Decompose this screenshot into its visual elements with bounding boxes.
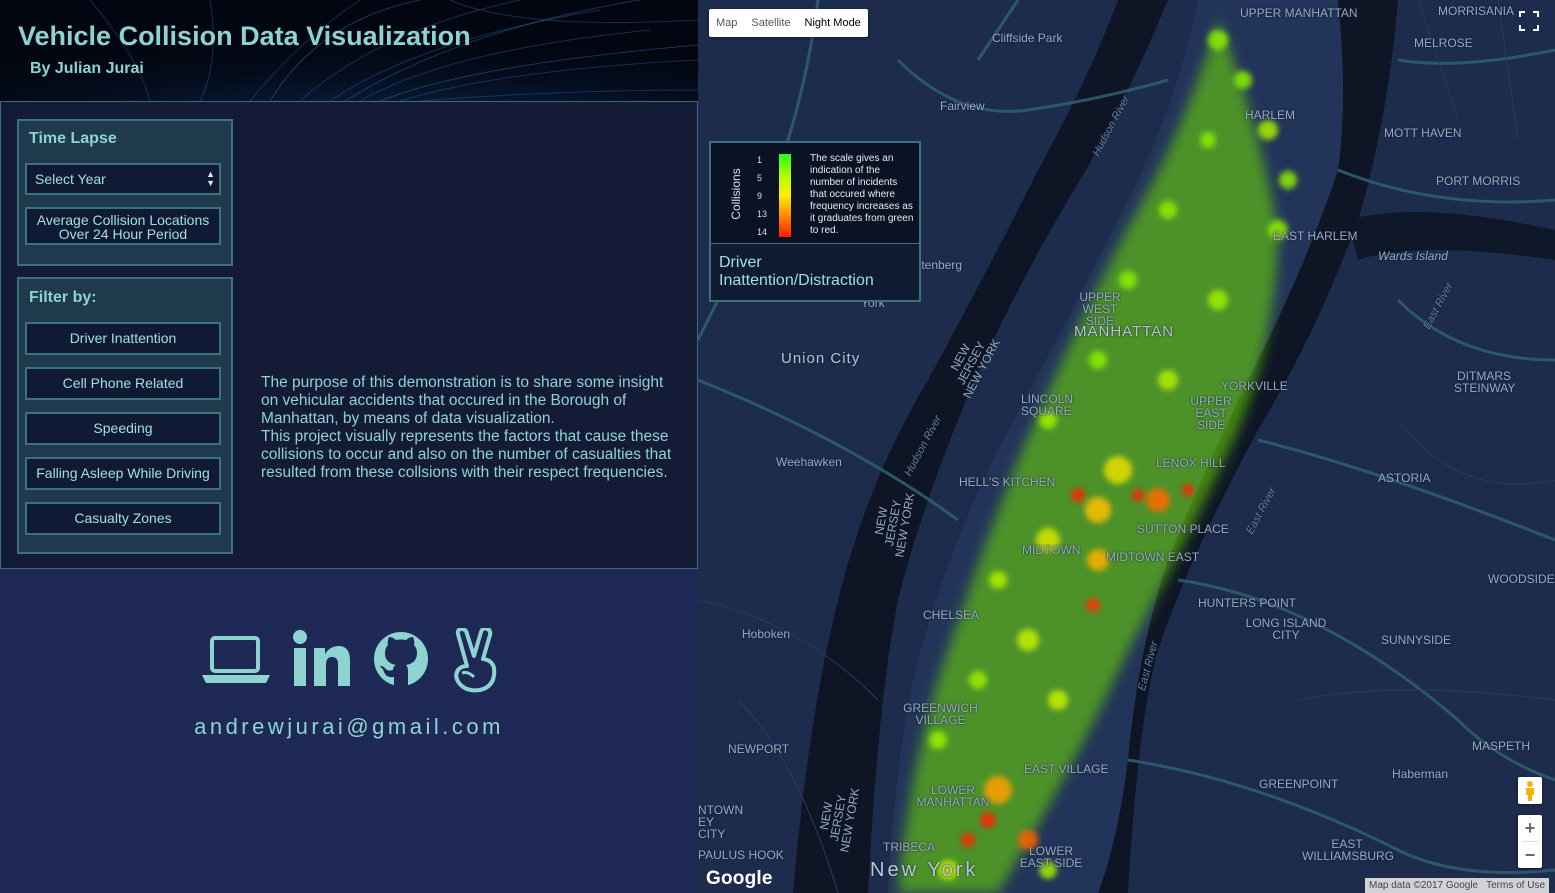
map-label: PORT MORRIS bbox=[1436, 174, 1521, 188]
map-label: MIDTOWN bbox=[1022, 543, 1081, 557]
heatmap-legend: Collisions 1 5 9 13 14 The scale gives a… bbox=[709, 141, 921, 302]
time-lapse-title: Time Lapse bbox=[29, 130, 117, 147]
legend-tick: 1 bbox=[757, 155, 763, 165]
map-label: MORRISANIA bbox=[1438, 4, 1515, 18]
legend-tick: 9 bbox=[757, 191, 763, 201]
description: The purpose of this demonstration is to … bbox=[261, 374, 681, 482]
map-label: SUTTON PLACE bbox=[1137, 522, 1229, 536]
map-label: Union City bbox=[781, 350, 861, 367]
map-label: CHELSEA bbox=[923, 608, 980, 622]
map-type-map[interactable]: Map bbox=[709, 9, 744, 37]
filter-box: Filter by: Driver Inattention Cell Phone… bbox=[17, 277, 233, 554]
fullscreen-icon[interactable] bbox=[1518, 10, 1540, 32]
legend-factor-label: Driver Inattention/Distraction bbox=[719, 254, 874, 289]
terms-of-use-link[interactable]: Terms of Use bbox=[1482, 878, 1549, 893]
legend-tick: 13 bbox=[757, 209, 768, 219]
angellist-icon[interactable] bbox=[450, 628, 502, 694]
map-label: Cliffside Park bbox=[992, 31, 1063, 45]
select-arrows-icon: ▲ ▼ bbox=[206, 169, 215, 188]
legend-gradient bbox=[779, 154, 791, 237]
map-label: UPPER WEST SIDE bbox=[1079, 290, 1121, 328]
map-type-control: Map Satellite Night Mode bbox=[709, 9, 868, 37]
map-label: NEWPORT bbox=[728, 742, 790, 756]
author-byline: By Julian Jurai bbox=[30, 60, 144, 77]
legend-axis-label: Collisions bbox=[729, 168, 743, 220]
description-paragraph-1: The purpose of this demonstration is to … bbox=[261, 374, 664, 427]
map-type-night-mode[interactable]: Night Mode bbox=[798, 9, 868, 37]
map-label: MELROSE bbox=[1414, 36, 1473, 50]
map-label: EAST WILLIAMSBURG bbox=[1302, 837, 1395, 863]
filter-speeding-button[interactable]: Speeding bbox=[25, 412, 221, 445]
map-data-text: Map data ©2017 Google bbox=[1369, 880, 1479, 891]
filter-cell-phone-button[interactable]: Cell Phone Related bbox=[25, 367, 221, 400]
map-label: GREENWICH VILLAGE bbox=[903, 701, 978, 727]
map-label: TRIBECA bbox=[883, 840, 936, 854]
map-view[interactable]: UPPER MANHATTAN MORRISANIA MELROSE Cliff… bbox=[698, 0, 1555, 893]
map-label: LONG ISLAND CITY bbox=[1245, 616, 1327, 642]
map-label: ASTORIA bbox=[1378, 471, 1431, 485]
map-label: ttenberg bbox=[918, 258, 963, 272]
map-label: UPPER EAST SIDE bbox=[1190, 394, 1232, 432]
filter-falling-asleep-button[interactable]: Falling Asleep While Driving bbox=[25, 457, 221, 490]
filter-casualty-zones-button[interactable]: Casualty Zones bbox=[25, 502, 221, 535]
legend-tick: 14 bbox=[757, 227, 768, 237]
map-label: Weehawken bbox=[776, 455, 842, 469]
map-label: DITMARS STEINWAY bbox=[1454, 369, 1516, 395]
map-label: LENOX HILL bbox=[1156, 456, 1226, 470]
google-logo: Google bbox=[706, 868, 773, 889]
header: Vehicle Collision Data Visualization By … bbox=[0, 0, 698, 101]
map-label: WOODSIDE bbox=[1488, 572, 1555, 586]
linkedin-icon[interactable] bbox=[290, 628, 354, 690]
map-label: NTOWN EY CITY bbox=[698, 803, 744, 841]
left-panel: Vehicle Collision Data Visualization By … bbox=[0, 0, 698, 893]
page-title: Vehicle Collision Data Visualization bbox=[18, 21, 471, 51]
average-collision-button[interactable]: Average Collision Locations Over 24 Hour… bbox=[25, 207, 221, 245]
email-address[interactable]: andrewjurai@gmail.com bbox=[0, 714, 698, 740]
legend-scale: Collisions 1 5 9 13 14 The scale gives a… bbox=[711, 143, 919, 244]
map-label: PAULUS HOOK bbox=[698, 848, 784, 862]
legend-tick: 5 bbox=[757, 173, 763, 183]
map-type-satellite[interactable]: Satellite bbox=[744, 9, 797, 37]
description-paragraph-2: This project visually represents the fac… bbox=[261, 428, 672, 481]
controls-panel: Time Lapse Select Year ▲ ▼ Average Collis… bbox=[0, 101, 698, 569]
map-label: MANHATTAN bbox=[1074, 323, 1175, 340]
map-label: EAST HARLEM bbox=[1273, 229, 1358, 243]
map-label: MASPETH bbox=[1472, 739, 1531, 753]
github-icon[interactable] bbox=[372, 628, 430, 688]
year-select[interactable]: Select Year ▲ ▼ bbox=[25, 163, 221, 195]
map-label: LOWER EAST SIDE bbox=[1019, 844, 1083, 870]
map-label: HELL'S KITCHEN bbox=[959, 475, 1056, 489]
street-view-pegman-icon[interactable] bbox=[1518, 777, 1542, 804]
map-label: Haberman bbox=[1392, 767, 1449, 781]
zoom-out-button[interactable]: − bbox=[1518, 842, 1542, 868]
map-label: New York bbox=[870, 859, 979, 881]
map-label: UPPER MANHATTAN bbox=[1240, 6, 1358, 20]
map-label: Hoboken bbox=[742, 627, 791, 641]
time-lapse-box: Time Lapse Select Year ▲ ▼ Average Collis… bbox=[17, 119, 233, 266]
filter-title: Filter by: bbox=[29, 289, 97, 306]
map-label: YORKVILLE bbox=[1221, 379, 1288, 393]
map-label: SUNNYSIDE bbox=[1381, 633, 1452, 647]
map-label: HUNTERS POINT bbox=[1198, 596, 1297, 610]
map-label: MIDTOWN EAST bbox=[1106, 550, 1200, 564]
laptop-icon[interactable] bbox=[200, 628, 272, 688]
map-label: EAST VILLAGE bbox=[1024, 762, 1109, 776]
map-label: MOTT HAVEN bbox=[1384, 126, 1462, 140]
filter-driver-inattention-button[interactable]: Driver Inattention bbox=[25, 322, 221, 355]
map-label: Fairview bbox=[940, 99, 985, 113]
year-select-value: Select Year bbox=[35, 171, 106, 187]
map-label: Wards Island bbox=[1378, 249, 1448, 263]
map-label: LOWER MANHATTAN bbox=[916, 783, 990, 809]
map-label: LINCOLN SQUARE bbox=[1021, 392, 1074, 418]
map-label: HARLEM bbox=[1245, 108, 1296, 122]
legend-description: The scale gives an indication of the num… bbox=[810, 153, 914, 236]
map-attribution: Map data ©2017 Google Terms of Use bbox=[1365, 878, 1550, 893]
map-label: GREENPOINT bbox=[1259, 777, 1339, 791]
zoom-control: + − bbox=[1518, 815, 1542, 868]
zoom-in-button[interactable]: + bbox=[1518, 815, 1542, 841]
